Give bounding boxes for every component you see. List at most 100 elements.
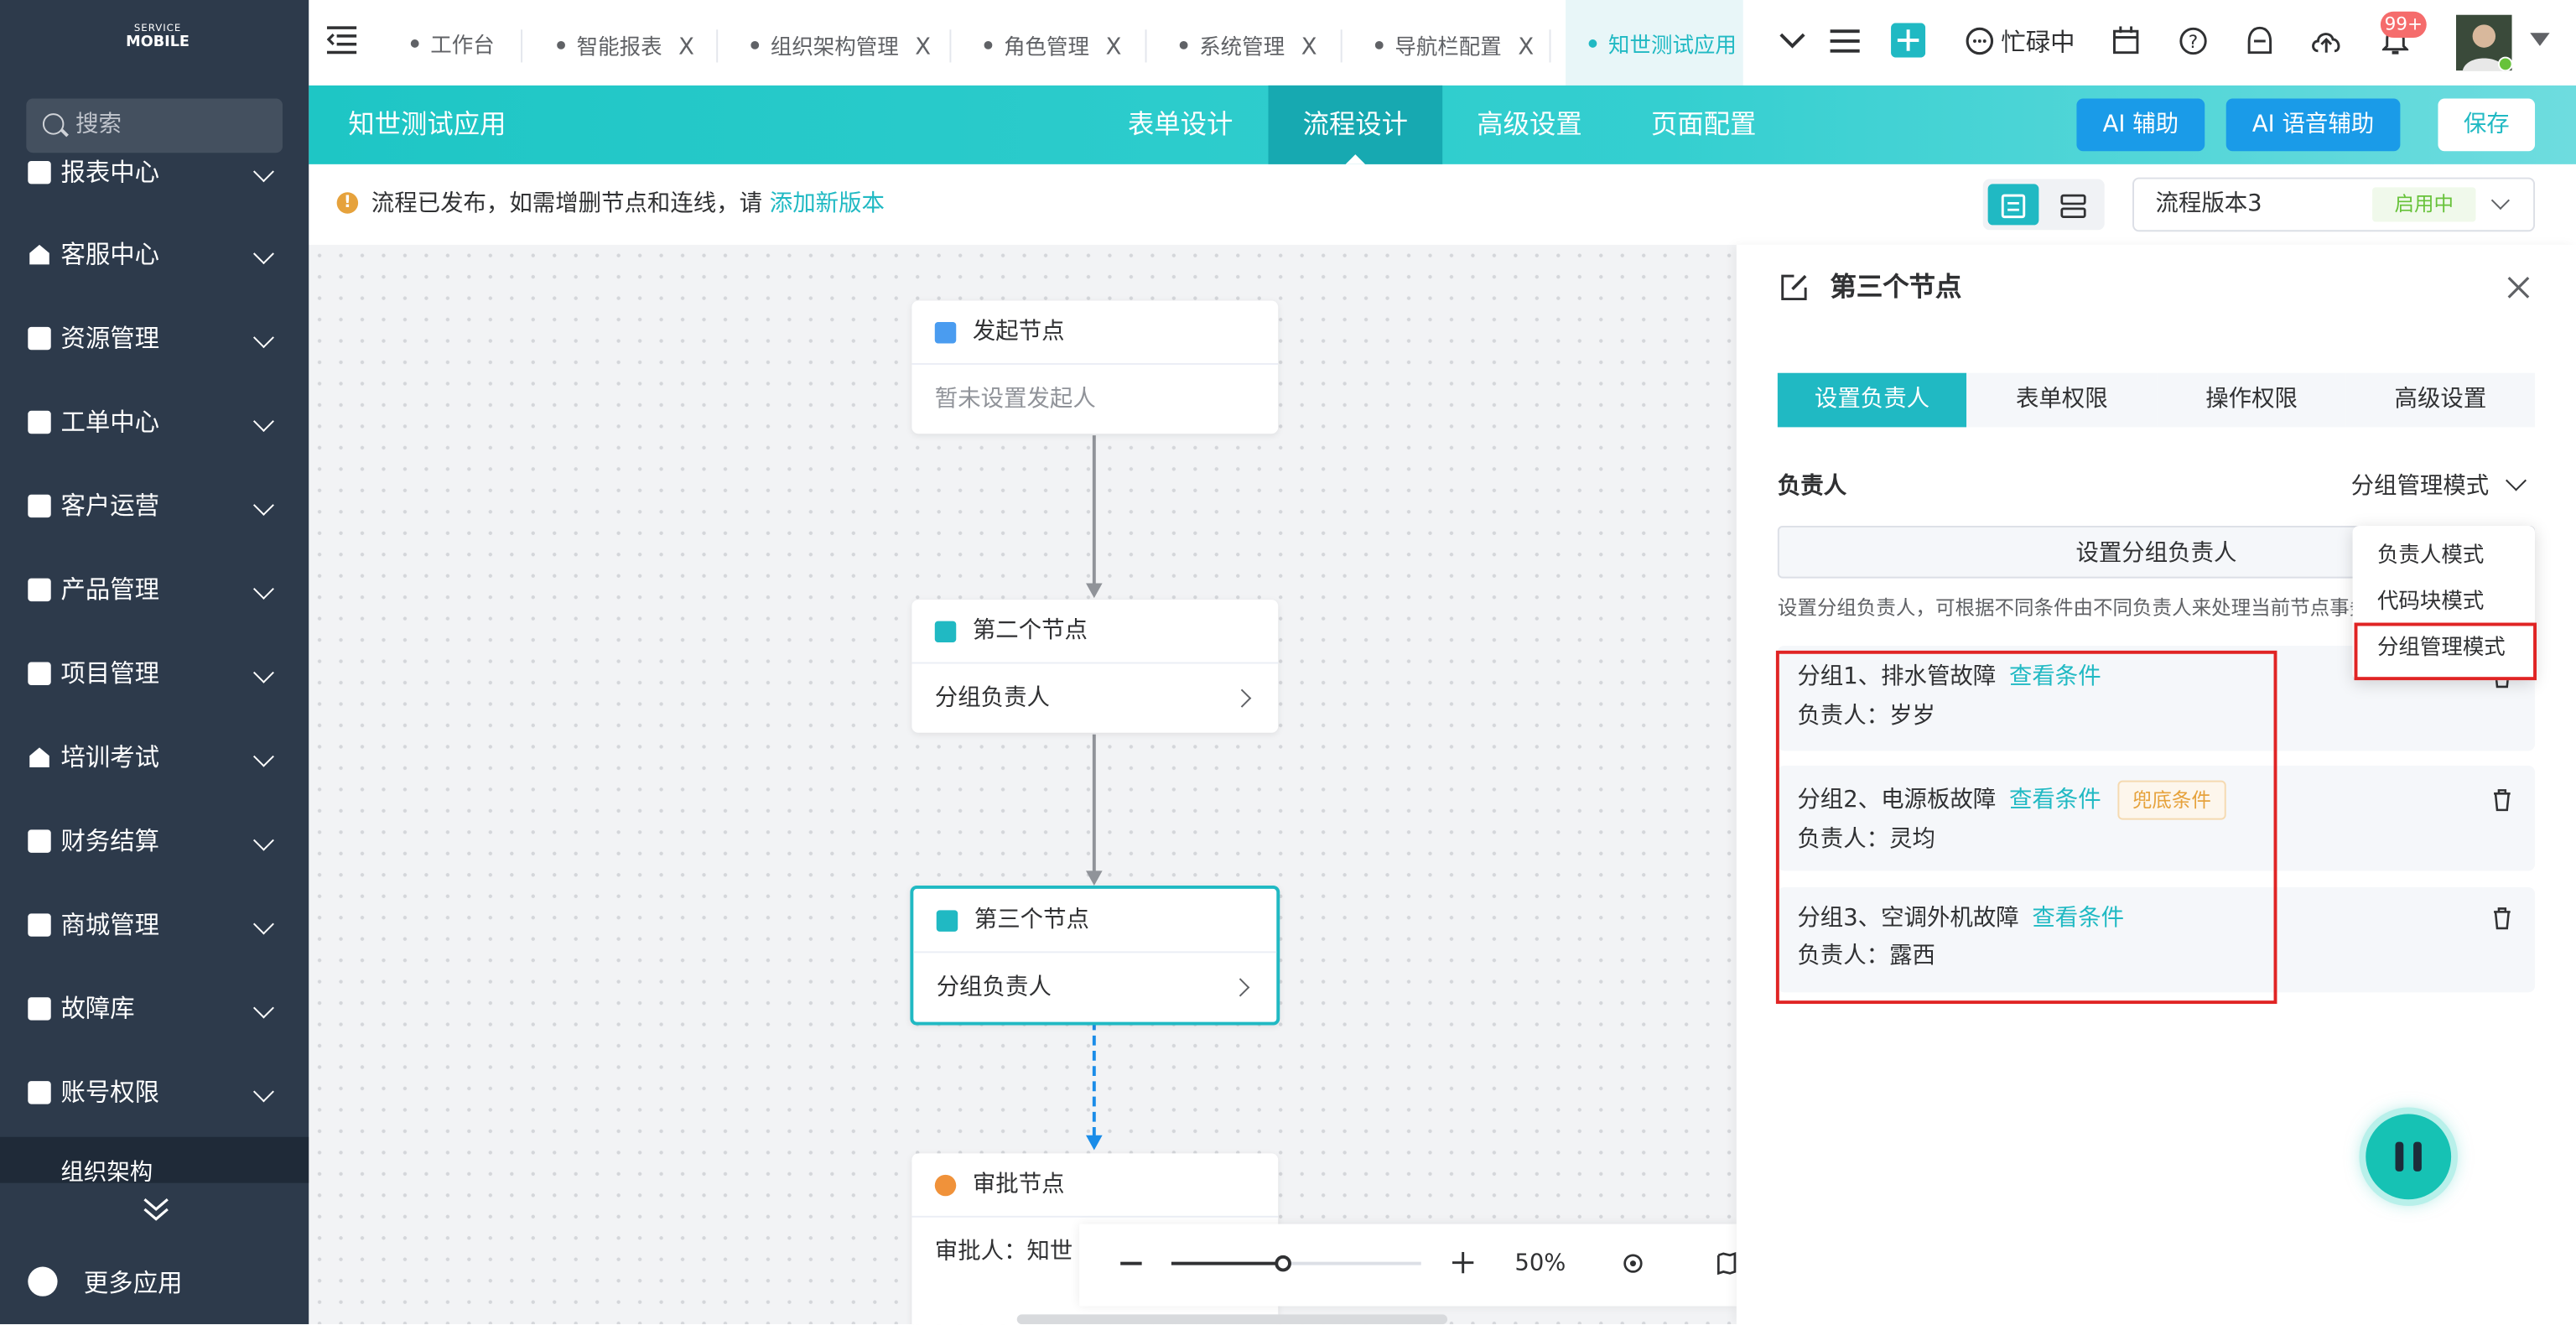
tab-advanced-settings[interactable]: 高级设置: [1442, 86, 1617, 164]
sidebar-item-customer[interactable]: 客户运营: [0, 465, 309, 548]
sidebar-item-report[interactable]: 报表中心: [0, 132, 309, 216]
save-button[interactable]: 保存: [2438, 98, 2536, 152]
apps-icon: [28, 1266, 58, 1296]
tab-system-management[interactable]: 系统管理 X: [1179, 0, 1317, 86]
zoom-slider-fill: [1171, 1261, 1284, 1265]
sidebar-item-project[interactable]: 项目管理: [0, 632, 309, 716]
connector-arrow: [1086, 870, 1103, 886]
card-view-button[interactable]: [2050, 184, 2096, 225]
tab-form-permission[interactable]: 表单权限: [1966, 372, 2158, 428]
status-text[interactable]: 忙碌中: [2001, 24, 2075, 60]
ai-assist-button[interactable]: AI 辅助: [2076, 98, 2205, 152]
close-icon[interactable]: X: [915, 34, 931, 60]
node-title: 第二个节点: [972, 617, 1088, 645]
tab-divider: [1145, 29, 1147, 63]
report-icon: [28, 161, 51, 184]
calendar-icon[interactable]: [2113, 26, 2139, 55]
cloud-upload-icon[interactable]: [2310, 28, 2343, 54]
mode-option-code-block[interactable]: 代码块模式: [2377, 586, 2484, 619]
menu-toggle-icon[interactable]: [326, 24, 360, 55]
tab-flow-design[interactable]: 流程设计: [1268, 85, 1443, 164]
flow-node-second[interactable]: 第二个节点 分组负责人: [911, 600, 1279, 733]
more-apps-label: 更多应用: [83, 1268, 183, 1298]
sidebar-item-training[interactable]: 培训考试: [0, 716, 309, 800]
help-icon[interactable]: ?: [2179, 26, 2208, 55]
avatar[interactable]: [2456, 14, 2512, 71]
chevron-down-icon: [252, 327, 274, 349]
tab-zhishi-test-app[interactable]: 知世测试应用: [1566, 0, 1743, 86]
ticket-icon: [28, 410, 51, 434]
approver-icon: [934, 1174, 957, 1197]
sidebar-item-product[interactable]: 产品管理: [0, 548, 309, 632]
tab-divider: [1340, 29, 1343, 63]
horizontal-scrollbar[interactable]: [1016, 1314, 1448, 1325]
tab-smart-report[interactable]: 智能报表 X: [557, 0, 694, 86]
tab-dot: [750, 40, 760, 49]
tab-operation-permission[interactable]: 操作权限: [2157, 372, 2346, 428]
sidebar-item-account[interactable]: 账号权限: [0, 1052, 309, 1135]
sidebar-item-mall[interactable]: 商城管理: [0, 884, 309, 968]
voice-pause-button[interactable]: [2366, 1114, 2452, 1200]
zoom-level: 50%: [1514, 1250, 1566, 1277]
connector-arrow: [1086, 1135, 1103, 1151]
node-title: 发起节点: [972, 319, 1065, 346]
close-icon[interactable]: [2502, 271, 2535, 304]
pause-icon: [2413, 1141, 2422, 1172]
tab-dot: [1374, 40, 1384, 49]
delete-icon[interactable]: [2492, 788, 2512, 812]
chevron-down-icon[interactable]: [1778, 29, 1807, 52]
tab-org-structure[interactable]: 组织架构管理 X: [750, 0, 931, 86]
connector-line: [1092, 435, 1096, 587]
chevron-right-icon: [1231, 978, 1250, 997]
locate-icon[interactable]: [1622, 1252, 1644, 1275]
map-icon[interactable]: [1716, 1251, 1737, 1276]
chevron-down-icon: [252, 829, 274, 851]
customer-icon: [28, 494, 51, 518]
tab-divider: [521, 29, 523, 63]
close-icon[interactable]: X: [1518, 34, 1534, 60]
add-icon[interactable]: [1891, 23, 1926, 58]
tab-nav-config[interactable]: 导航栏配置 X: [1374, 0, 1534, 86]
ai-voice-button[interactable]: AI 语音辅助: [2225, 98, 2401, 152]
tab-panel-advanced[interactable]: 高级设置: [2345, 372, 2536, 428]
product-icon: [28, 578, 51, 602]
tab-divider: [716, 29, 719, 63]
zoom-out-icon[interactable]: [1120, 1261, 1142, 1265]
add-version-link[interactable]: 添加新版本: [770, 190, 885, 216]
notice-message: 流程已发布，如需增删节点和连线，请: [371, 190, 763, 217]
close-icon[interactable]: X: [1301, 34, 1317, 60]
double-chevron-down-icon[interactable]: [141, 1194, 170, 1224]
tab-set-owner[interactable]: 设置负责人: [1777, 372, 1967, 428]
mode-option-owner[interactable]: 负责人模式: [2377, 541, 2484, 574]
tab-form-design[interactable]: 表单设计: [1093, 86, 1269, 164]
chat-status-icon[interactable]: [1965, 26, 1994, 55]
mode-select[interactable]: 分组管理模式: [2351, 466, 2490, 506]
chevron-right-icon: [1233, 688, 1252, 708]
tab-dot: [1588, 39, 1597, 48]
training-icon: [29, 747, 49, 767]
sidebar-item-service[interactable]: 客服中心: [0, 214, 309, 298]
list-menu-icon[interactable]: [1830, 28, 1860, 54]
zoom-in-icon[interactable]: [1452, 1251, 1474, 1274]
sidebar-item-ticket[interactable]: 工单中心: [0, 382, 309, 465]
tab-role-management[interactable]: 角色管理 X: [984, 0, 1122, 86]
close-icon[interactable]: X: [678, 34, 694, 60]
node-user-icon: [934, 621, 957, 643]
tab-page-config[interactable]: 页面配置: [1617, 86, 1791, 164]
delete-icon[interactable]: [2492, 907, 2512, 930]
flow-node-third[interactable]: 第三个节点 分组负责人: [910, 886, 1280, 1026]
flow-node-start[interactable]: 发起节点 暂未设置发起人: [911, 300, 1279, 434]
list-view-button[interactable]: [1987, 184, 2039, 226]
sidebar-item-finance[interactable]: 财务结算: [0, 800, 309, 884]
close-icon[interactable]: X: [1106, 34, 1122, 60]
sidebar-subitem-org[interactable]: 组织架构: [0, 1136, 309, 1183]
caret-down-icon[interactable]: [2530, 33, 2550, 46]
owner-label: 负责人: [1777, 473, 1847, 500]
node-title: 审批节点: [972, 1171, 1065, 1198]
sidebar-item-resource[interactable]: 资源管理: [0, 298, 309, 382]
more-apps-button[interactable]: 更多应用: [0, 1249, 309, 1324]
sidebar-item-fault[interactable]: 故障库: [0, 968, 309, 1052]
tab-workbench[interactable]: 工作台: [410, 0, 495, 86]
chevron-down-icon: [252, 1081, 274, 1103]
skin-icon[interactable]: [2246, 26, 2273, 55]
